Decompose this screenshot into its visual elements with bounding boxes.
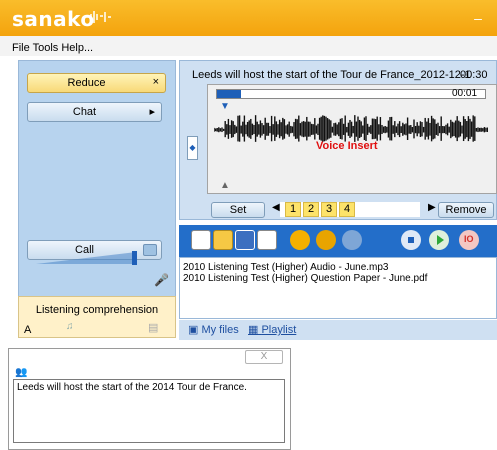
- remove-label: Remove: [445, 204, 487, 216]
- sanako-logo: sanako: [12, 7, 95, 31]
- remove-button[interactable]: Remove: [438, 202, 494, 218]
- forward-icon[interactable]: [342, 230, 362, 250]
- track-duration: 00:30: [460, 69, 488, 81]
- swap-icon[interactable]: [290, 230, 310, 250]
- play-icon[interactable]: [429, 230, 449, 250]
- file-item-2[interactable]: 2010 Listening Test (Higher) Question Pa…: [183, 273, 427, 284]
- app-window: sanako – File Tools Help... Reduce × Cha…: [0, 0, 497, 450]
- position-time: 00:01: [452, 88, 478, 99]
- bookmark-2[interactable]: 2: [303, 202, 319, 217]
- progress-bar[interactable]: [216, 89, 486, 99]
- chevron-right-icon: ▸: [149, 106, 155, 118]
- tab-playlist-label: Playlist: [261, 324, 297, 336]
- repeat-icon[interactable]: [316, 230, 336, 250]
- users-icon: 👥: [15, 367, 28, 378]
- listening-letter: A: [24, 324, 32, 336]
- tab-my-files-label: My files: [201, 324, 239, 336]
- reduce-label: Reduce: [67, 77, 106, 89]
- microphone-icon: 🎤: [154, 273, 169, 287]
- bookmark-3[interactable]: 3: [321, 202, 337, 217]
- set-button[interactable]: Set: [211, 202, 265, 218]
- bookmark-1[interactable]: 1: [285, 202, 301, 217]
- headset-icon: ♫: [66, 321, 74, 332]
- new-file-icon[interactable]: [191, 230, 211, 250]
- close-icon[interactable]: ×: [153, 76, 159, 88]
- listening-comprehension-title: Listening comprehension: [35, 304, 159, 316]
- progress-fill: [217, 90, 241, 98]
- voice-insert-label: Voice Insert: [316, 140, 378, 152]
- save-icon[interactable]: [235, 230, 255, 250]
- bookmark-numbers: 1 2 3 4: [280, 202, 420, 217]
- chat-close-button[interactable]: X: [245, 350, 283, 364]
- reduce-button[interactable]: Reduce ×: [27, 73, 166, 93]
- chat-button[interactable]: Chat ▸: [27, 102, 162, 122]
- prev-arrow-icon[interactable]: ◀: [272, 202, 280, 213]
- open-folder-icon[interactable]: [213, 230, 233, 250]
- file-item-1[interactable]: 2010 Listening Test (Higher) Audio - Jun…: [183, 262, 389, 273]
- tab-my-files[interactable]: ▣ My files: [188, 323, 239, 336]
- chat-message[interactable]: Leeds will host the start of the 2014 To…: [13, 379, 285, 443]
- track-title: Leeds will host the start of the Tour de…: [192, 69, 471, 81]
- volume-slider[interactable]: [36, 251, 146, 265]
- stop-icon[interactable]: [401, 230, 421, 250]
- minimize-button[interactable]: –: [468, 8, 488, 28]
- print-icon: ▤: [148, 322, 159, 334]
- tab-playlist[interactable]: ▦ Playlist: [248, 323, 296, 336]
- chat-label: Chat: [72, 106, 97, 118]
- audio-wave-icon[interactable]: [257, 230, 277, 250]
- next-arrow-icon[interactable]: ▶: [428, 202, 436, 213]
- side-toggle-icon[interactable]: ◆: [187, 136, 198, 160]
- bookmark-4[interactable]: 4: [339, 202, 355, 217]
- start-marker-icon[interactable]: ▲: [220, 180, 230, 191]
- menu-items[interactable]: File Tools Help...: [12, 42, 93, 54]
- set-label: Set: [229, 204, 247, 216]
- record-icon[interactable]: IO: [459, 230, 479, 250]
- volume-thumb[interactable]: [132, 251, 137, 265]
- logo-wave-icon: [86, 11, 111, 23]
